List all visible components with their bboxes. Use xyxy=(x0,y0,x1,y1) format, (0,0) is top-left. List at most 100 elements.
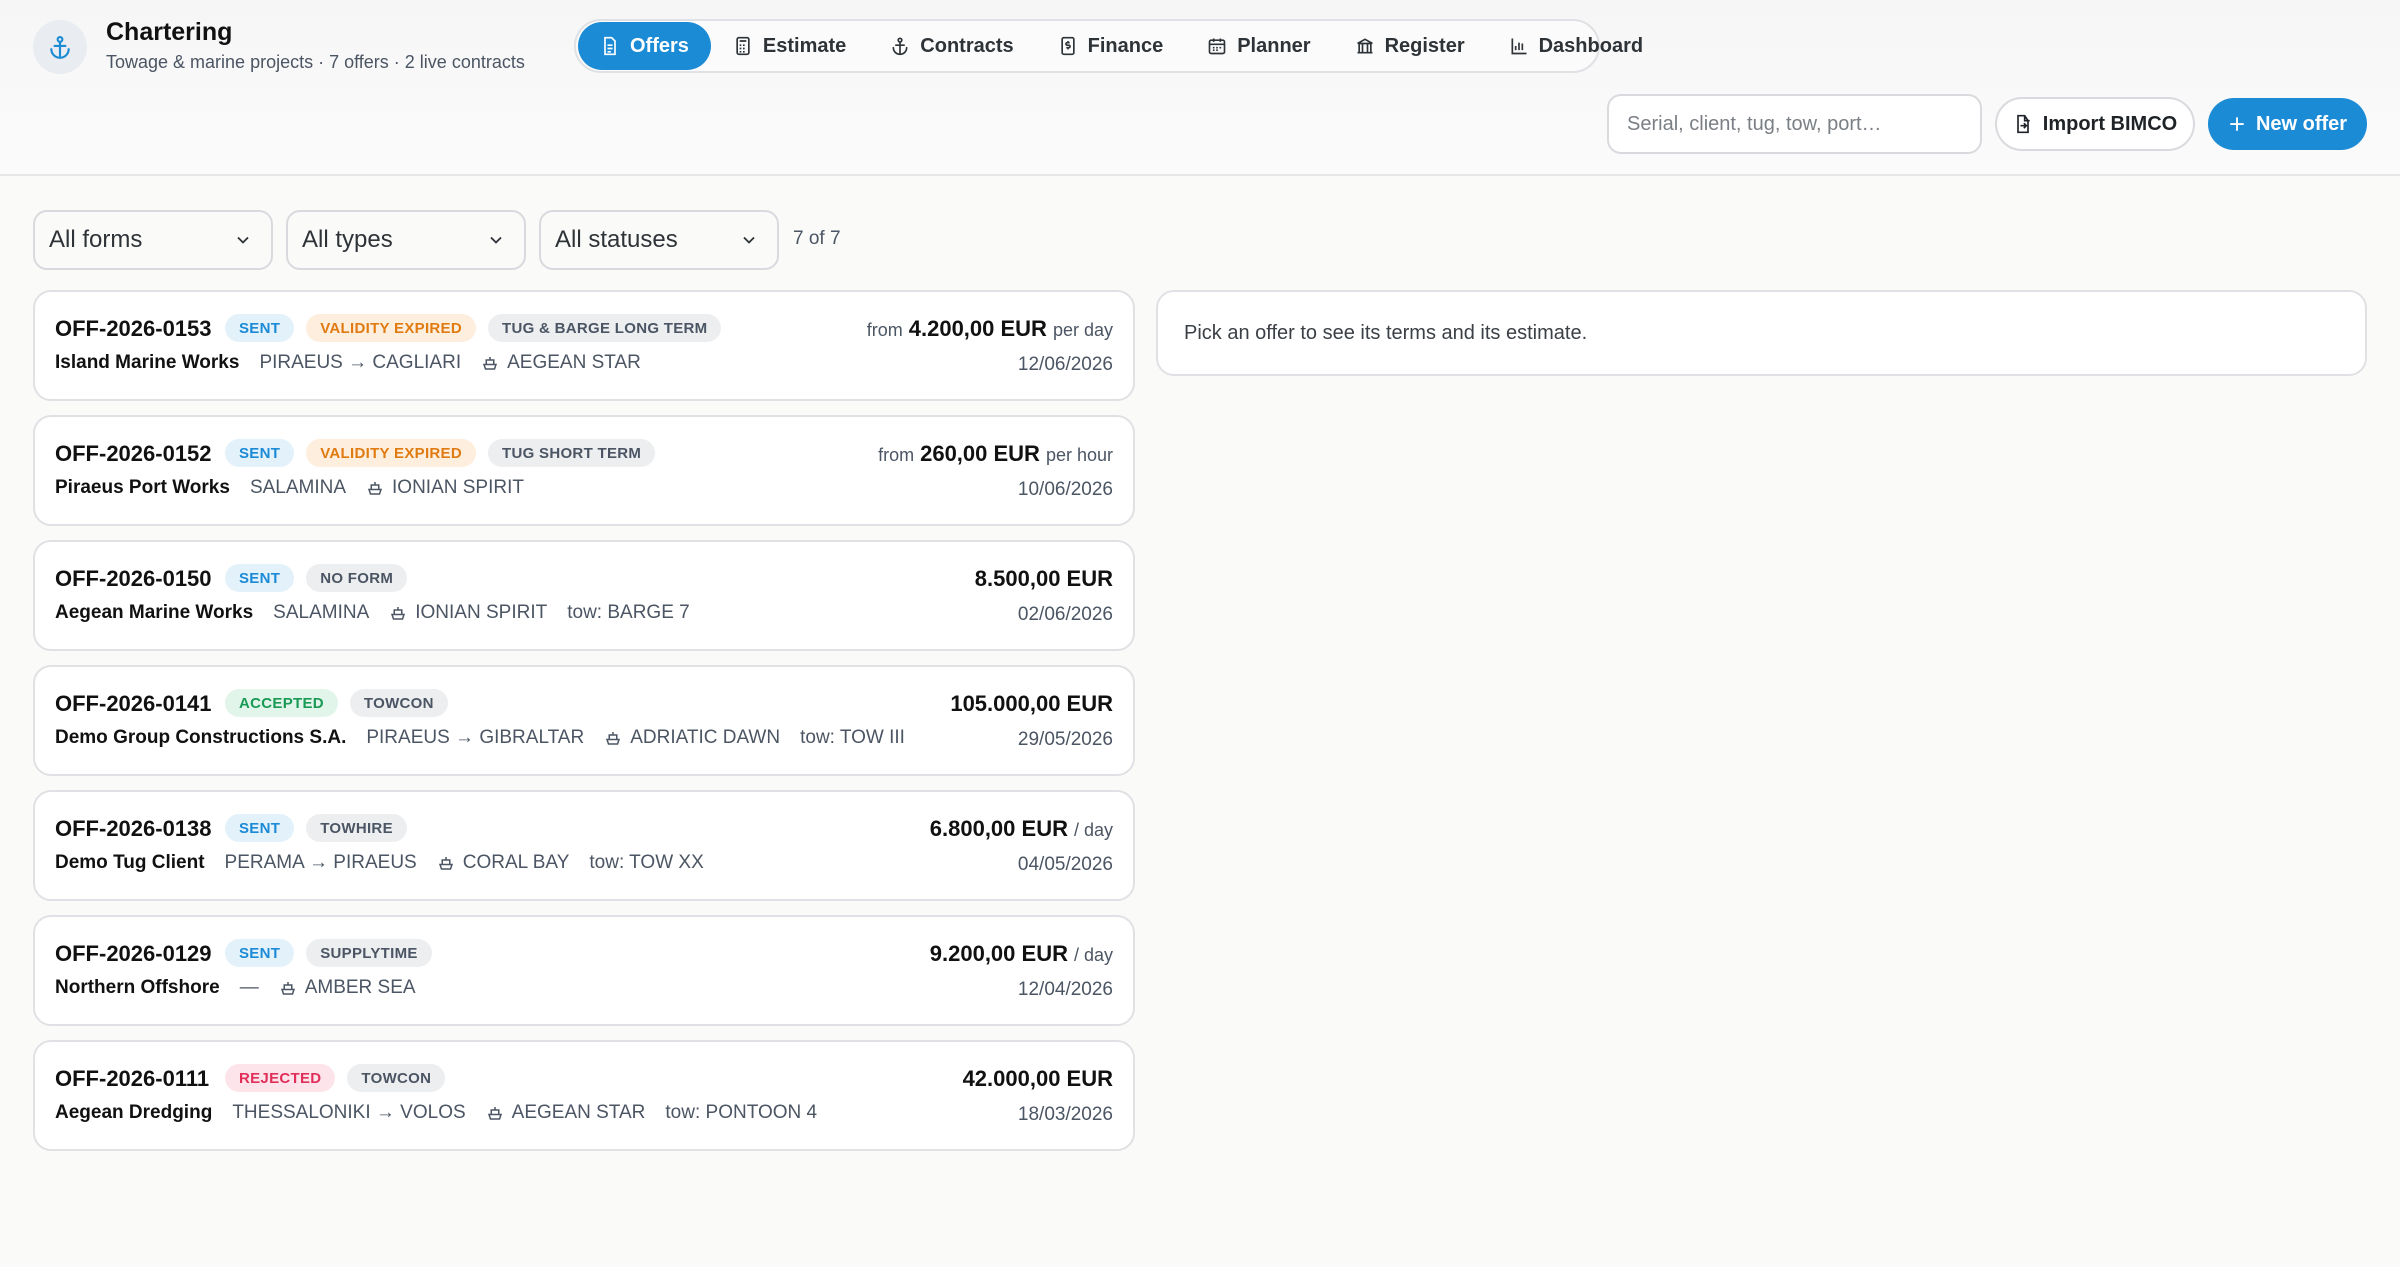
ship-icon xyxy=(487,1107,502,1120)
statuses-filter-value: All statuses xyxy=(555,226,678,253)
tab-label: Contracts xyxy=(920,34,1014,57)
offer-tow: tow: BARGE 7 xyxy=(567,602,690,623)
offer-route: SALAMINA xyxy=(273,602,370,623)
tab-label: Finance xyxy=(1087,34,1164,57)
offer-date: 12/06/2026 xyxy=(1017,354,1113,375)
offer-details: Northern Offshore — AMBER SEA xyxy=(55,977,436,999)
dollar-doc-icon xyxy=(1060,36,1075,56)
price-suffix: / day xyxy=(1073,945,1113,965)
vessel-name: IONIAN SPIRIT xyxy=(415,602,548,623)
price-suffix: per day xyxy=(1052,320,1113,340)
vessel-name: ADRIATIC DAWN xyxy=(630,727,781,748)
forms-filter-select[interactable]: All forms xyxy=(33,210,273,270)
price-amount: 105.000,00 EUR xyxy=(950,691,1113,716)
tab-offers[interactable]: Offers xyxy=(578,22,711,70)
tab-contracts[interactable]: Contracts xyxy=(868,22,1035,70)
offer-details: Aegean Dredging THESSALONIKI → VOLOS AEG… xyxy=(55,1102,817,1124)
offer-details: Demo Group Constructions S.A. PIRAEUS → … xyxy=(55,727,905,749)
offer-details: Demo Tug Client PERAMA → PIRAEUS CORAL B… xyxy=(55,852,704,874)
tab-label: Register xyxy=(1384,34,1465,57)
app-subtitle: Towage & marine projects · 7 offers · 2 … xyxy=(106,52,525,72)
offer-client: Aegean Marine Works xyxy=(55,602,254,623)
offer-route: PIRAEUS → GIBRALTAR xyxy=(366,727,585,748)
calculator-icon xyxy=(736,36,750,56)
tab-finance[interactable]: Finance xyxy=(1036,22,1186,70)
offer-card[interactable]: OFF-2026-0129 SENT SUPPLYTIME Northern O… xyxy=(33,915,1135,1026)
statuses-filter-select[interactable]: All statuses xyxy=(539,210,779,270)
vessel-name: CORAL BAY xyxy=(462,852,570,873)
offer-vessel: IONIAN SPIRIT xyxy=(366,477,524,499)
offer-serial: OFF-2026-0138 xyxy=(55,816,212,841)
form-badge: TOWCON xyxy=(347,1064,446,1092)
status-badge: SENT xyxy=(225,814,295,842)
price-amount: 8.500,00 EUR xyxy=(974,566,1113,591)
offer-client: Northern Offshore xyxy=(55,977,220,998)
validity-badge: VALIDITY EXPIRED xyxy=(306,314,476,342)
offer-serial: OFF-2026-0129 xyxy=(55,941,212,966)
import-doc-icon xyxy=(2016,114,2030,134)
status-badge: SENT xyxy=(225,439,295,467)
offer-details: Island Marine Works PIRAEUS → CAGLIARI A… xyxy=(55,352,661,374)
offer-card[interactable]: OFF-2026-0152 SENT VALIDITY EXPIRED TUG … xyxy=(33,415,1135,526)
search-input[interactable] xyxy=(1607,94,1982,154)
tab-planner[interactable]: Planner xyxy=(1185,22,1332,70)
import-bimco-button[interactable]: Import BIMCO xyxy=(1995,97,2195,151)
price-amount: 6.800,00 EUR xyxy=(929,816,1068,841)
offer-serial: OFF-2026-0150 xyxy=(55,566,212,591)
offer-client: Island Marine Works xyxy=(55,352,240,373)
app-title: Chartering xyxy=(106,18,233,46)
new-offer-button[interactable]: New offer xyxy=(2208,98,2367,150)
tab-dashboard[interactable]: Dashboard xyxy=(1487,22,1665,70)
offer-date: 29/05/2026 xyxy=(1017,729,1113,750)
offer-card[interactable]: OFF-2026-0150 SENT NO FORM Aegean Marine… xyxy=(33,540,1135,651)
offer-date: 10/06/2026 xyxy=(1017,479,1113,500)
ship-icon xyxy=(438,857,453,870)
offer-card[interactable]: OFF-2026-0111 REJECTED TOWCON Aegean Dre… xyxy=(33,1040,1135,1151)
tab-register[interactable]: Register xyxy=(1333,22,1487,70)
offer-tow: tow: PONTOON 4 xyxy=(665,1102,818,1123)
offer-price: from 260,00 EUR per hour xyxy=(878,441,1113,467)
price-amount: 260,00 EUR xyxy=(920,441,1040,466)
calendar-icon xyxy=(1208,38,1226,55)
ship-icon xyxy=(280,982,295,995)
status-badge: REJECTED xyxy=(225,1064,336,1092)
vessel-name: AEGEAN STAR xyxy=(507,352,641,373)
status-badge: SENT xyxy=(225,314,295,342)
import-bimco-label: Import BIMCO xyxy=(2042,112,2178,135)
main-tabs: Offers Estimate Contracts Finance Planne… xyxy=(574,19,1643,73)
ship-icon xyxy=(367,482,383,495)
tab-estimate[interactable]: Estimate xyxy=(711,22,868,70)
offer-price: 9.200,00 EUR / day xyxy=(930,941,1113,967)
offer-date: 04/05/2026 xyxy=(1017,854,1113,875)
new-offer-label: New offer xyxy=(2255,112,2348,135)
vessel-name: IONIAN SPIRIT xyxy=(392,477,524,498)
vessel-name: AMBER SEA xyxy=(304,977,416,998)
offer-vessel: AEGEAN STAR xyxy=(486,1102,645,1124)
offer-vessel: CORAL BAY xyxy=(437,852,570,874)
bank-icon xyxy=(1356,38,1373,54)
types-filter-value: All types xyxy=(302,226,393,253)
validity-badge: VALIDITY EXPIRED xyxy=(306,439,476,467)
offer-vessel: AMBER SEA xyxy=(279,977,416,999)
price-prefix: from xyxy=(878,445,915,465)
price-suffix: / day xyxy=(1073,820,1113,840)
offer-serial: OFF-2026-0111 xyxy=(55,1066,210,1091)
forms-filter-value: All forms xyxy=(49,226,143,253)
offer-client: Demo Group Constructions S.A. xyxy=(55,727,347,748)
offer-serial: OFF-2026-0152 xyxy=(55,441,212,466)
offer-price: 105.000,00 EUR xyxy=(950,691,1113,717)
ship-icon xyxy=(391,607,406,620)
offer-detail-panel: Pick an offer to see its terms and its e… xyxy=(1156,290,2367,376)
anchor-icon xyxy=(892,37,908,56)
plus-icon xyxy=(2230,117,2244,131)
offer-card[interactable]: OFF-2026-0138 SENT TOWHIRE Demo Tug Clie… xyxy=(33,790,1135,901)
offer-card[interactable]: OFF-2026-0141 ACCEPTED TOWCON Demo Group… xyxy=(33,665,1135,776)
app-header: Chartering Towage & marine projects · 7 … xyxy=(0,0,2400,176)
tab-label: Planner xyxy=(1237,34,1311,57)
types-filter-select[interactable]: All types xyxy=(286,210,526,270)
ship-icon xyxy=(606,732,621,745)
offer-card[interactable]: OFF-2026-0153 SENT VALIDITY EXPIRED TUG … xyxy=(33,290,1135,401)
price-amount: 9.200,00 EUR xyxy=(929,941,1068,966)
offer-serial: OFF-2026-0141 xyxy=(55,691,212,716)
offer-vessel: IONIAN SPIRIT xyxy=(389,602,547,624)
